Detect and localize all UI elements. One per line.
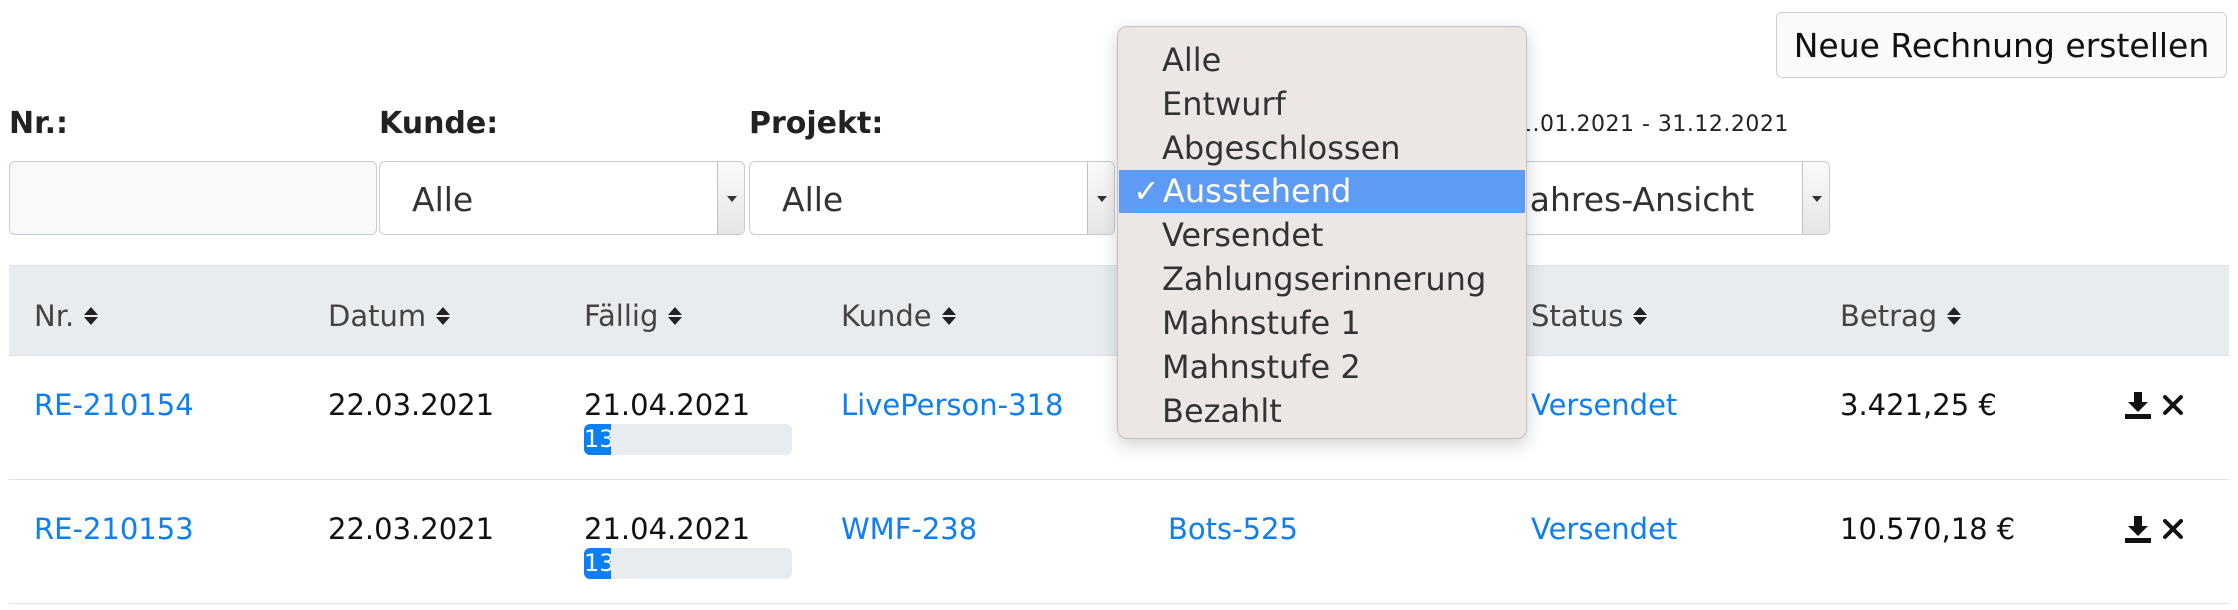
projekt-filter-label: Projekt:	[749, 106, 884, 141]
column-header-betrag[interactable]: Betrag	[1840, 299, 1962, 333]
row-actions	[2123, 390, 2185, 420]
due-progress-fill: 13	[584, 548, 612, 579]
nr-filter-label: Nr.:	[9, 106, 69, 141]
status-option-mahnstufe-1[interactable]: Mahnstufe 1	[1118, 302, 1526, 345]
sort-icon	[84, 307, 99, 325]
status-dropdown-menu[interactable]: Alle Entwurf Abgeschlossen ✓ Ausstehend …	[1117, 26, 1527, 439]
row-actions	[2123, 514, 2185, 544]
close-icon[interactable]	[2161, 393, 2185, 417]
invoice-date: 22.03.2021	[328, 388, 495, 422]
column-header-kunde[interactable]: Kunde	[841, 299, 956, 333]
customer-link[interactable]: WMF-238	[841, 512, 977, 546]
due-progress-bar: 13	[584, 548, 792, 579]
projekt-filter-value: Alle	[782, 180, 844, 219]
invoice-number-link[interactable]: RE-210154	[34, 388, 194, 422]
column-header-status[interactable]: Status	[1531, 299, 1648, 333]
customer-link[interactable]: LivePerson-318	[841, 388, 1063, 422]
status-option-versendet[interactable]: Versendet	[1118, 214, 1526, 257]
sort-icon	[1633, 307, 1648, 325]
sort-icon	[436, 307, 451, 325]
sort-icon	[668, 307, 683, 325]
column-header-faellig[interactable]: Fällig	[584, 299, 683, 333]
status-option-ausstehend[interactable]: ✓ Ausstehend	[1119, 170, 1525, 213]
amount: 3.421,25 €	[1840, 388, 1997, 422]
close-icon[interactable]	[2161, 517, 2185, 541]
kunde-filter-label: Kunde:	[379, 106, 499, 141]
invoice-date: 22.03.2021	[328, 512, 495, 546]
amount: 10.570,18 €	[1840, 512, 2016, 546]
chevron-down-icon[interactable]	[1087, 162, 1114, 234]
date-range-label: 1.01.2021 - 31.12.2021	[1518, 112, 1789, 137]
due-date: 21.04.2021	[584, 512, 751, 546]
invoice-number-link[interactable]: RE-210153	[34, 512, 194, 546]
sort-icon	[1947, 307, 1962, 325]
sort-icon	[941, 307, 956, 325]
status-option-zahlungserinnerung[interactable]: Zahlungserinnerung	[1118, 258, 1526, 301]
view-mode-value: Jahres-Ansicht	[1520, 180, 1755, 219]
column-header-nr[interactable]: Nr.	[34, 299, 99, 333]
status-link[interactable]: Versendet	[1531, 512, 1677, 546]
status-option-mahnstufe-2[interactable]: Mahnstufe 2	[1118, 346, 1526, 389]
column-header-datum[interactable]: Datum	[328, 299, 451, 333]
download-icon[interactable]	[2123, 390, 2153, 420]
status-option-entwurf[interactable]: Entwurf	[1118, 83, 1526, 126]
status-option-label: Ausstehend	[1163, 172, 1352, 210]
kunde-filter-value: Alle	[412, 180, 474, 219]
projekt-filter-select[interactable]: Alle	[749, 161, 1115, 235]
status-link[interactable]: Versendet	[1531, 388, 1677, 422]
view-mode-select[interactable]: Jahres-Ansicht	[1490, 161, 1830, 235]
download-icon[interactable]	[2123, 514, 2153, 544]
kunde-filter-select[interactable]: Alle	[379, 161, 745, 235]
status-option-alle[interactable]: Alle	[1118, 39, 1526, 82]
status-option-bezahlt[interactable]: Bezahlt	[1118, 390, 1526, 433]
checkmark-icon: ✓	[1133, 172, 1160, 210]
due-date: 21.04.2021	[584, 388, 751, 422]
chevron-down-icon[interactable]	[717, 162, 744, 234]
due-progress-fill: 13	[584, 424, 612, 455]
chevron-down-icon[interactable]	[1802, 162, 1829, 234]
new-invoice-button[interactable]: Neue Rechnung erstellen	[1776, 12, 2227, 78]
project-link[interactable]: Bots-525	[1168, 512, 1298, 546]
status-option-abgeschlossen[interactable]: Abgeschlossen	[1118, 127, 1526, 170]
due-progress-bar: 13	[584, 424, 792, 455]
nr-filter-input[interactable]	[9, 161, 377, 235]
